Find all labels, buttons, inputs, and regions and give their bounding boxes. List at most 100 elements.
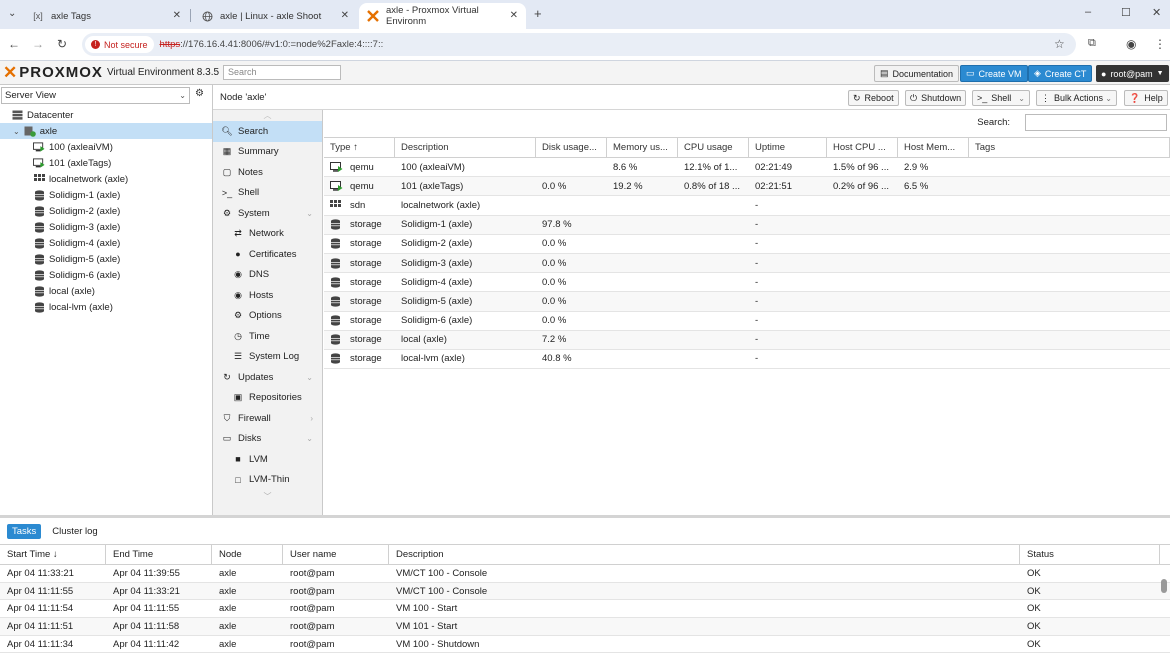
tree-node-100-axleaivm[interactable]: 100 (axleaiVM)	[0, 139, 212, 155]
url-bar[interactable]: ! Not secure https://176.16.4.41:8006/#v…	[82, 33, 1076, 56]
nav-item-system[interactable]: ⚙ System ⌄	[213, 203, 322, 224]
help-button[interactable]: ❓ Help	[1124, 90, 1168, 106]
nav-item-hosts[interactable]: ◉ Hosts	[213, 285, 322, 306]
tree-node-solidigm-1-axle[interactable]: Solidigm-1 (axle)	[0, 187, 212, 203]
tree-node-solidigm-3-axle[interactable]: Solidigm-3 (axle)	[0, 219, 212, 235]
close-tab-icon[interactable]: ✕	[341, 10, 349, 21]
tree-node-solidigm-2-axle[interactable]: Solidigm-2 (axle)	[0, 203, 212, 219]
maximize-button[interactable]: ☐	[1121, 6, 1131, 19]
task-column-header[interactable]: Start Time ↓	[0, 545, 106, 564]
profile-icon[interactable]: ◉	[1126, 37, 1136, 51]
minimize-button[interactable]: –	[1085, 6, 1091, 18]
bulk-actions-button[interactable]: ⋮ Bulk Actions ⌄	[1036, 90, 1117, 106]
close-window-button[interactable]: ✕	[1152, 6, 1161, 19]
browser-tab-2[interactable]: axle | Linux - axle Shoot ✕	[193, 3, 357, 29]
new-tab-button[interactable]: +	[534, 6, 542, 21]
resource-row[interactable]: storage local (axle) 7.2 % -	[324, 330, 1170, 350]
reboot-button[interactable]: ↻ Reboot	[848, 90, 899, 106]
tree-node-solidigm-4-axle[interactable]: Solidigm-4 (axle)	[0, 235, 212, 251]
create-vm-button[interactable]: ▭ Create VM	[960, 65, 1028, 82]
shutdown-button[interactable]: ⏻ Shutdown	[905, 90, 967, 106]
nav-item-network[interactable]: ⇄ Network	[213, 224, 322, 245]
view-selector[interactable]: Server View ⌄	[1, 87, 190, 104]
resource-row[interactable]: storage Solidigm-5 (axle) 0.0 % -	[324, 292, 1170, 312]
back-icon[interactable]: ←	[8, 37, 20, 51]
scroll-up-icon[interactable]: ︿	[213, 110, 322, 121]
close-tab-icon[interactable]: ✕	[173, 10, 181, 21]
column-header[interactable]: CPU usage	[678, 138, 749, 157]
column-header[interactable]: Uptime	[749, 138, 827, 157]
user-menu-button[interactable]: ● root@pam ▼	[1096, 65, 1169, 82]
tree-node-local-lvm-axle[interactable]: local-lvm (axle)	[0, 299, 212, 315]
not-secure-chip[interactable]: ! Not secure	[85, 36, 154, 53]
column-header[interactable]: Tags	[969, 138, 1170, 157]
nav-item-disks[interactable]: ▭ Disks ⌄	[213, 429, 322, 450]
resource-row[interactable]: storage local-lvm (axle) 40.8 % -	[324, 350, 1170, 370]
tree-node-solidigm-6-axle[interactable]: Solidigm-6 (axle)	[0, 267, 212, 283]
nav-item-summary[interactable]: ▦ Summary	[213, 142, 322, 163]
nav-item-notes[interactable]: ▢ Notes	[213, 162, 322, 183]
tree-node-local-axle[interactable]: local (axle)	[0, 283, 212, 299]
tree-node-datacenter[interactable]: Datacenter	[0, 107, 212, 123]
nav-item-shell[interactable]: >_ Shell	[213, 183, 322, 204]
create-ct-button[interactable]: ◈ Create CT	[1028, 65, 1093, 82]
nav-item-system-log[interactable]: ☰ System Log	[213, 347, 322, 368]
browser-tab-1[interactable]: [x] axle Tags ✕	[24, 3, 189, 29]
tree-node-localnetwork-axle[interactable]: localnetwork (axle)	[0, 171, 212, 187]
task-scrollbar[interactable]	[1161, 579, 1167, 593]
reload-icon[interactable]: ↻	[57, 37, 67, 51]
gear-icon[interactable]: ⚙	[195, 88, 204, 99]
nav-item-repositories[interactable]: ▣ Repositories	[213, 388, 322, 409]
header-search-input[interactable]: Search	[223, 65, 342, 80]
nav-item-updates[interactable]: ↻ Updates ⌄	[213, 367, 322, 388]
column-header[interactable]: Host CPU ...	[827, 138, 898, 157]
extensions-icon[interactable]: ⧉	[1088, 37, 1096, 50]
tree-node-solidigm-5-axle[interactable]: Solidigm-5 (axle)	[0, 251, 212, 267]
nav-item-dns[interactable]: ◉ DNS	[213, 265, 322, 286]
resource-row[interactable]: qemu 101 (axleTags) 0.0 % 19.2 % 0.8% of 18 …	[324, 177, 1170, 197]
task-row[interactable]: Apr 04 11:11:54 Apr 04 11:11:55 axle root@p…	[0, 600, 1170, 619]
tab-cluster-log[interactable]: Cluster log	[47, 524, 102, 539]
task-row[interactable]: Apr 04 11:33:21 Apr 04 11:39:55 axle root@p…	[0, 565, 1170, 583]
resource-row[interactable]: qemu 100 (axleaiVM) 8.6 % 12.1% of 1... 02:2…	[324, 158, 1170, 178]
task-row[interactable]: Apr 04 11:11:55 Apr 04 11:33:21 axle root@p…	[0, 582, 1170, 601]
resource-row[interactable]: storage Solidigm-3 (axle) 0.0 % -	[324, 253, 1170, 274]
shell-button[interactable]: >_ Shell ⌄	[972, 90, 1030, 106]
resource-row[interactable]: storage Solidigm-2 (axle) 0.0 % -	[324, 235, 1170, 254]
tab-tasks[interactable]: Tasks	[7, 523, 42, 539]
column-header[interactable]: Disk usage...	[536, 138, 607, 157]
column-header[interactable]: Memory us...	[607, 138, 678, 157]
resource-row[interactable]: storage Solidigm-1 (axle) 97.8 % -	[324, 215, 1170, 235]
chevron-down-icon[interactable]: ⌄	[13, 127, 20, 136]
scroll-down-icon[interactable]: ﹀	[213, 491, 322, 502]
forward-icon[interactable]: →	[32, 37, 44, 51]
task-column-header[interactable]: Node	[212, 545, 283, 564]
column-header[interactable]: Type ↑	[324, 138, 395, 157]
nav-item-search[interactable]: 🔍︎ Search	[213, 121, 322, 142]
nav-item-lvm[interactable]: ■ LVM	[213, 449, 322, 470]
task-column-header[interactable]: User name	[283, 545, 389, 564]
browser-menu-icon[interactable]: ⋮	[1154, 37, 1166, 51]
browser-tab-3-active[interactable]: axle - Proxmox Virtual Environm ✕	[359, 3, 526, 29]
close-tab-icon[interactable]: ✕	[510, 10, 518, 21]
resource-row[interactable]: storage Solidigm-4 (axle) 0.0 % -	[324, 273, 1170, 293]
resource-row[interactable]: sdn localnetwork (axle) -	[324, 196, 1170, 216]
nav-item-certificates[interactable]: ● Certificates	[213, 244, 322, 265]
task-row[interactable]: Apr 04 11:11:34 Apr 04 11:11:42 axle root@p…	[0, 636, 1170, 654]
task-column-header[interactable]: Description	[389, 545, 1020, 564]
nav-item-time[interactable]: ◷ Time	[213, 326, 322, 347]
nav-item-firewall[interactable]: ⛉ Firewall ›	[213, 408, 322, 429]
task-row[interactable]: Apr 04 11:11:51 Apr 04 11:11:58 axle root@p…	[0, 618, 1170, 636]
task-column-header[interactable]: Status	[1020, 545, 1160, 564]
column-header[interactable]: Host Mem...	[898, 138, 969, 157]
nav-item-lvm-thin[interactable]: □ LVM-Thin	[213, 470, 322, 491]
documentation-button[interactable]: ▤ Documentation	[874, 65, 960, 82]
resource-row[interactable]: storage Solidigm-6 (axle) 0.0 % -	[324, 312, 1170, 331]
tab-search-icon[interactable]: ⌄	[8, 8, 16, 19]
task-column-header[interactable]: End Time	[106, 545, 212, 564]
tree-node-101-axletags[interactable]: 101 (axleTags)	[0, 155, 212, 171]
tree-node-axle[interactable]: ⌄ axle	[0, 123, 212, 139]
column-header[interactable]: Description	[395, 138, 536, 157]
nav-item-options[interactable]: ⚙ Options	[213, 306, 322, 327]
bookmark-star-icon[interactable]: ☆	[1054, 37, 1065, 51]
